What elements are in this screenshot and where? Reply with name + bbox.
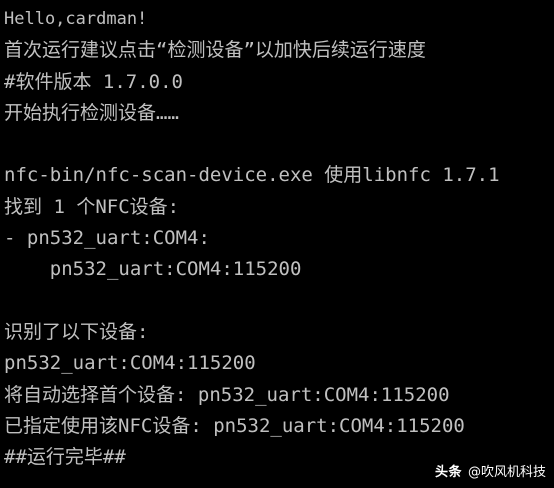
console-line-greeting: Hello,cardman! (4, 9, 148, 29)
console-line-recognized-header: 识别了以下设备: (4, 320, 149, 343)
console-line-blank (4, 129, 550, 160)
watermark-author: @吹风机科技 (467, 465, 546, 480)
console-line-blank (4, 286, 550, 317)
console-line-scan-command: nfc-bin/nfc-scan-device.exe 使用libnfc 1.7… (4, 164, 500, 187)
console-line-tip: 首次运行建议点击“检测设备”以加快后续运行速度 (4, 39, 426, 62)
console-line-device-detail: pn532_uart:COM4:115200 (4, 258, 302, 281)
console-window: Hello,cardman! 首次运行建议点击“检测设备”以加快后续运行速度 #… (0, 0, 554, 488)
console-line-found-count: 找到 1 个NFC设备: (4, 195, 180, 218)
console-line-selected-device: 已指定使用该NFC设备: pn532_uart:COM4:115200 (4, 414, 465, 437)
console-line-start-detect: 开始执行检测设备…… (4, 101, 179, 124)
console-line-recognized-device: pn532_uart:COM4:115200 (4, 352, 256, 375)
console-line-device-entry: - pn532_uart:COM4: (4, 227, 210, 250)
console-line-version: #软件版本 1.7.0.0 (4, 70, 183, 93)
console-line-auto-select: 将自动选择首个设备: pn532_uart:COM4:115200 (4, 383, 450, 406)
toutiao-logo: 头条 (434, 465, 462, 480)
watermark: 头条 @吹风机科技 (435, 464, 546, 482)
